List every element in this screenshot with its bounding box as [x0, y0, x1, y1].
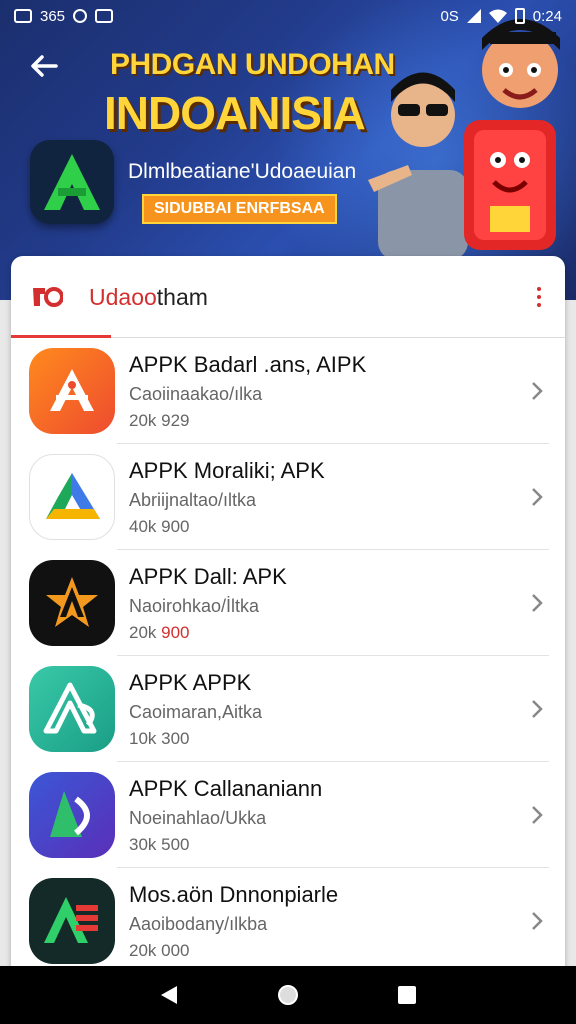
home-nav-icon[interactable] — [276, 983, 300, 1007]
app-name: APPK Dall: APK — [129, 563, 287, 589]
status-time: 0:24 — [532, 7, 562, 25]
drive-triangle-icon — [29, 454, 115, 540]
app-size: 20k 900 — [129, 622, 190, 642]
chevron-right-icon — [532, 806, 543, 824]
banner-tag: SIDUBBAI ENRFBSAA — [142, 194, 337, 224]
chevron-right-icon — [532, 382, 543, 400]
app-text: APPK Badarl .ans, AIPK Caoiinaakao/ılka … — [129, 352, 366, 431]
chevron-right-icon — [532, 594, 543, 612]
dark-a-icon — [29, 878, 115, 964]
battery-icon — [514, 8, 525, 24]
promo-banner: PHDGAN UNDOHAN INDOANISIA Dlmlbeatiane'U… — [0, 0, 576, 300]
app-text: Mos.aön Dnnonpiarle Aaoibodany/ılkba 20k… — [129, 882, 338, 961]
green-a-logo-icon — [44, 154, 100, 210]
mascot-illustration — [464, 19, 560, 250]
app-text: APPK APPK Caoimaran,Aitka 10k 300 — [129, 670, 262, 749]
signal-icon — [466, 9, 481, 23]
app-name: APPK Moraliki; APK — [129, 457, 325, 483]
app-name: APPK Badarl .ans, AIPK — [129, 351, 367, 377]
app-text: APPK Callananiann Noeinahlao/Ukka 30k 50… — [129, 776, 322, 855]
system-nav-bar — [0, 966, 576, 1024]
app-size: 10k 300 — [129, 728, 190, 748]
chevron-right-icon — [532, 488, 543, 506]
banner-title-line2: INDOANISIA — [104, 87, 366, 139]
app-name: APPK APPK — [129, 669, 252, 695]
teal-a-icon — [29, 666, 115, 752]
banner-title-line1: PHDGAN UNDOHAN — [110, 48, 395, 81]
app-description: Naoirohkao/İltka — [129, 595, 260, 616]
app-list-card: Udaootham APPK Badarl .ans, AIPK Caoiina… — [11, 256, 565, 976]
star-a-icon — [29, 560, 115, 646]
app-size: 30k 500 — [129, 834, 190, 854]
app-description: Caoimaran,Aitka — [129, 701, 263, 722]
brand-logo-icon — [33, 287, 63, 307]
card-title-rest: tham — [156, 283, 208, 310]
more-options-icon[interactable] — [529, 287, 549, 307]
app-text: APPK Dall: APK Naoirohkao/İltka 20k 900 — [129, 564, 287, 643]
back-nav-icon[interactable] — [159, 984, 179, 1006]
card-header: Udaootham — [11, 256, 565, 338]
back-arrow-icon[interactable] — [26, 48, 62, 84]
list-item[interactable]: APPK Callananiann Noeinahlao/Ukka 30k 50… — [11, 762, 565, 868]
status-left: 365 — [14, 7, 114, 25]
wifi-icon — [488, 9, 507, 23]
list-item[interactable]: APPK Badarl .ans, AIPK Caoiinaakao/ılka … — [11, 338, 565, 444]
app-name: Mos.aön Dnnonpiarle — [129, 881, 339, 907]
status-left-text: 365 — [40, 7, 66, 25]
message-icon — [14, 9, 32, 23]
card-title: Udaootham — [89, 284, 208, 311]
notification-icon — [73, 9, 88, 23]
status-right: 0S 0:24 — [440, 8, 562, 25]
image-icon — [95, 9, 114, 23]
list-item[interactable]: APPK APPK Caoimaran,Aitka 10k 300 — [11, 656, 565, 762]
banner-subtitle: Dlmlbeatiane'Udoaeuian — [128, 160, 357, 183]
blue-d-icon — [29, 772, 115, 858]
app-size: 20k 929 — [129, 410, 190, 430]
app-name: APPK Callananiann — [129, 775, 323, 801]
list-item[interactable]: Mos.aön Dnnonpiarle Aaoibodany/ılkba 20k… — [11, 868, 565, 974]
card-title-accent: Udaoo — [89, 283, 157, 310]
app-description: Noeinahlao/Ukka — [129, 807, 267, 828]
app-description: Abriijnaltao/ıltka — [129, 489, 257, 510]
app-description: Caoiinaakao/ılka — [129, 383, 263, 404]
status-bar: 365 0S 0:24 — [0, 0, 576, 32]
app-size: 20k 000 — [129, 940, 190, 960]
chevron-right-icon — [532, 700, 543, 718]
app-size: 40k 900 — [129, 516, 190, 536]
status-network-text: 0S — [440, 7, 459, 25]
app-description: Aaoibodany/ılkba — [129, 913, 268, 934]
list-item[interactable]: APPK Moraliki; APK Abriijnaltao/ıltka 40… — [11, 444, 565, 550]
android-app-store-icon — [29, 348, 115, 434]
app-text: APPK Moraliki; APK Abriijnaltao/ıltka 40… — [129, 458, 325, 537]
list-item[interactable]: APPK Dall: APK Naoirohkao/İltka 20k 900 — [11, 550, 565, 656]
banner-app-logo — [30, 140, 114, 224]
chevron-right-icon — [532, 912, 543, 930]
recents-nav-icon[interactable] — [397, 985, 417, 1005]
